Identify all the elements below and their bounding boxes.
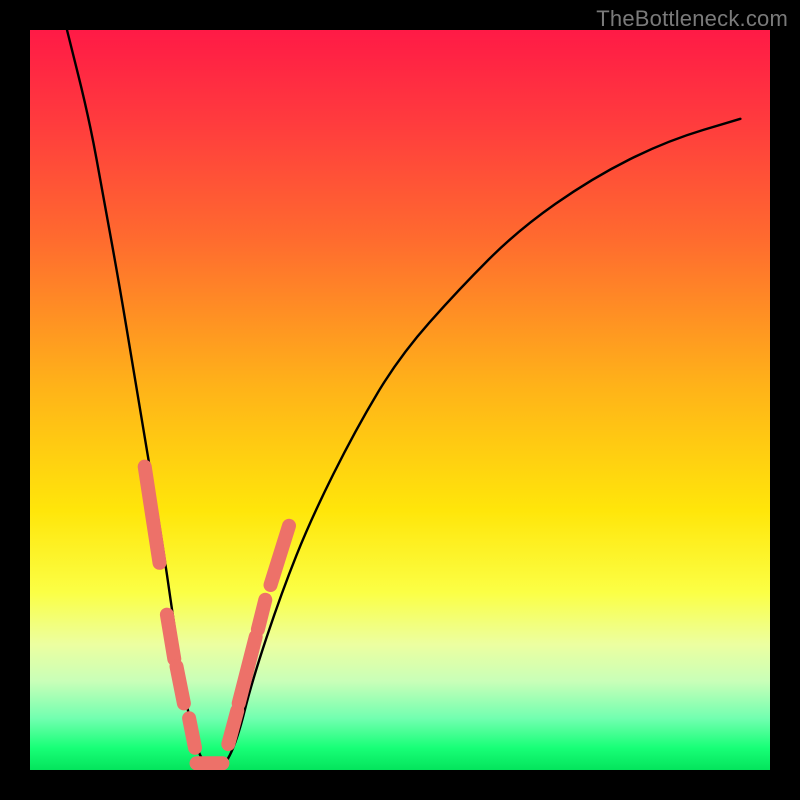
watermark-text: TheBottleneck.com [596, 6, 788, 32]
outer-frame: TheBottleneck.com [0, 0, 800, 800]
plot-background-gradient [30, 30, 770, 770]
